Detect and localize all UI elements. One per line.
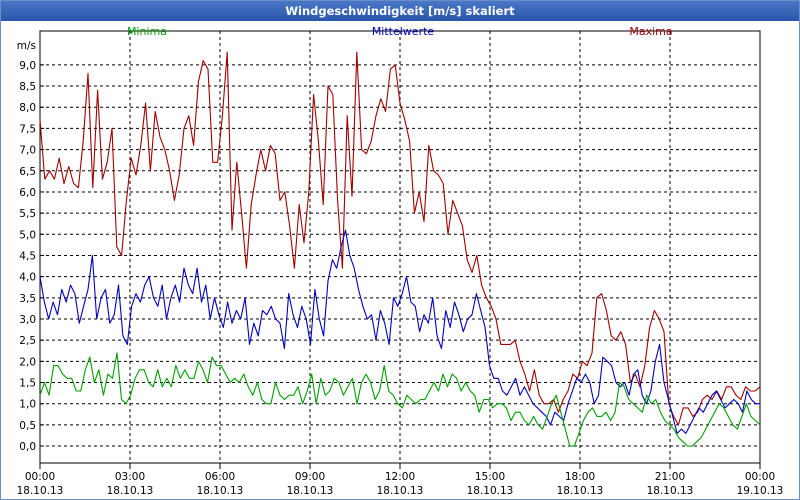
x-tick-time: 06:00 xyxy=(205,471,235,483)
y-tick-label: 7,5 xyxy=(19,123,36,135)
x-tick-date: 18.10.13 xyxy=(377,485,424,497)
x-tick-date: 18.10.13 xyxy=(647,485,694,497)
x-tick-date: 18.10.13 xyxy=(107,485,154,497)
y-tick-label: 8,0 xyxy=(19,102,36,114)
x-tick-time: 03:00 xyxy=(115,471,145,483)
y-tick-label: 4,0 xyxy=(19,272,36,284)
y-tick-label: 0,0 xyxy=(19,441,36,453)
x-tick-time: 00:00 xyxy=(745,471,775,483)
x-tick-time: 21:00 xyxy=(655,471,685,483)
x-tick-date: 18.10.13 xyxy=(557,485,604,497)
x-tick-date: 18.10.13 xyxy=(287,485,334,497)
y-tick-label: 6,0 xyxy=(19,187,36,199)
y-tick-label: 1,5 xyxy=(19,378,36,390)
grid xyxy=(39,31,761,463)
x-tick-date: 18.10.13 xyxy=(197,485,244,497)
y-tick-label: 9,0 xyxy=(19,60,36,72)
y-tick-label: 5,0 xyxy=(19,229,36,241)
wind-speed-chart: 0,0 0,5 1,0 1,5 2,0 2,5 3,0 3,5 4,0 4,5 5,0 5,5 6,0 6… xyxy=(17,25,784,497)
y-tick-label: 6,5 xyxy=(19,166,36,178)
y-tick-label: 5,5 xyxy=(19,208,36,220)
x-tick-time: 18:00 xyxy=(565,471,595,483)
y-tick-label: 3,5 xyxy=(19,293,36,305)
legend-mittelwerte: Mittelwerte xyxy=(372,25,435,38)
y-axis-label: m/s xyxy=(17,40,36,52)
x-tick-time: 00:00 xyxy=(25,471,55,483)
y-tick-label: 2,5 xyxy=(19,335,36,347)
x-tick-date: 18.10.13 xyxy=(17,485,64,497)
y-tick-label: 3,0 xyxy=(19,314,36,326)
y-tick-label: 0,5 xyxy=(19,420,36,432)
y-tick-label: 8,5 xyxy=(19,81,36,93)
x-tick-date: 19.10.13 xyxy=(737,485,784,497)
x-tick-date: 18.10.13 xyxy=(467,485,514,497)
x-tick-time: 15:00 xyxy=(475,471,505,483)
x-tick-time: 12:00 xyxy=(385,471,415,483)
y-tick-label: 7,0 xyxy=(19,145,36,157)
x-tick-time: 09:00 xyxy=(295,471,325,483)
legend-minima: Minima xyxy=(127,25,167,38)
y-tick-label: 1,0 xyxy=(19,399,36,411)
y-tick-label: 4,5 xyxy=(19,250,36,262)
legend-maxima: Maxima xyxy=(629,25,672,38)
y-tick-label: 2,0 xyxy=(19,356,36,368)
